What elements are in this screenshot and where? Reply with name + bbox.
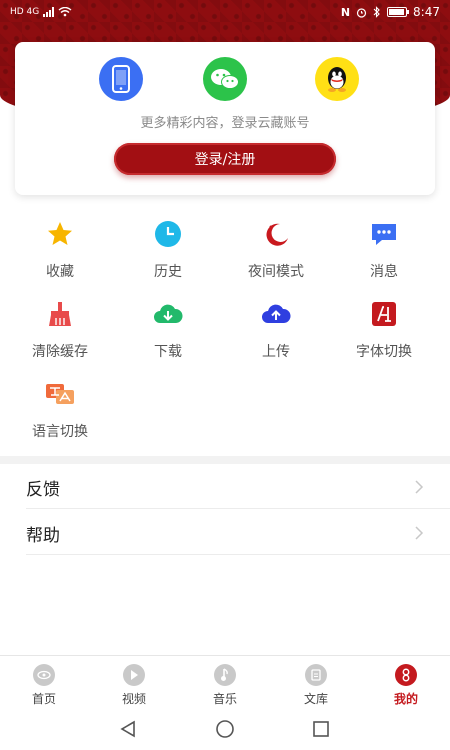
feature-label: 字体切换 [356, 344, 412, 360]
feature-language-switch[interactable]: 语言切换 [10, 379, 110, 440]
feature-label: 收藏 [46, 264, 74, 280]
chevron-right-icon [415, 526, 424, 540]
signal-icon [43, 7, 55, 17]
feature-label: 夜间模式 [248, 264, 304, 280]
system-navigation-bar [0, 707, 450, 750]
clock-icon [153, 219, 183, 249]
help-row[interactable]: 帮助 [0, 510, 450, 556]
tab-label: 我的 [393, 692, 418, 706]
wechat-login-button[interactable] [203, 57, 247, 101]
tab-library[interactable]: 文库 [286, 664, 346, 707]
music-icon [214, 664, 236, 686]
profile-icon [395, 664, 417, 686]
chevron-right-icon [415, 480, 424, 494]
tab-label: 音乐 [212, 692, 237, 706]
wechat-icon [211, 69, 239, 89]
back-icon[interactable] [118, 719, 138, 739]
status-right: N 8:47 [341, 5, 440, 19]
help-label: 帮助 [26, 525, 60, 546]
feature-favorites[interactable]: 收藏 [10, 219, 110, 280]
feature-label: 消息 [370, 264, 398, 280]
feedback-row[interactable]: 反馈 [0, 464, 450, 510]
home-icon [33, 664, 55, 686]
bottom-nav: 首页 视频 音乐 文库 我的 [0, 655, 450, 707]
feature-night-mode[interactable]: 夜间模式 [226, 219, 326, 280]
video-icon [123, 664, 145, 686]
download-icon [153, 299, 183, 329]
qq-icon [328, 67, 346, 92]
upload-icon [261, 299, 291, 329]
broom-icon [45, 299, 75, 329]
status-time: 8:47 [413, 5, 440, 19]
tab-music[interactable]: 音乐 [195, 664, 255, 707]
star-icon [45, 219, 75, 249]
row-divider [26, 508, 450, 509]
feature-label: 语言切换 [32, 424, 88, 440]
tab-label: 文库 [303, 692, 328, 706]
tab-label: 视频 [121, 692, 146, 706]
feature-label: 历史 [154, 264, 182, 280]
bluetooth-icon [373, 6, 380, 18]
feedback-label: 反馈 [26, 479, 60, 500]
feature-font-switch[interactable]: 字体切换 [334, 299, 434, 360]
feature-messages[interactable]: 消息 [334, 219, 434, 280]
feature-upload[interactable]: 上传 [226, 299, 326, 360]
section-divider [0, 456, 450, 464]
home-button-icon[interactable] [215, 719, 235, 739]
message-icon [369, 219, 399, 249]
feature-label: 上传 [262, 344, 290, 360]
social-login-row [15, 57, 435, 101]
feature-label: 下载 [154, 344, 182, 360]
phone-login-button[interactable] [99, 57, 143, 101]
login-card: 更多精彩内容，登录云藏账号 登录/注册 [15, 42, 435, 195]
feature-clear-cache[interactable]: 清除缓存 [10, 299, 110, 360]
nfc-icon: N [340, 5, 351, 19]
language-icon [45, 379, 75, 409]
feature-download[interactable]: 下载 [118, 299, 218, 360]
font-icon [369, 299, 399, 329]
tab-profile[interactable]: 我的 [376, 664, 436, 707]
phone-icon [112, 65, 130, 93]
row-divider [26, 554, 450, 555]
battery-icon [387, 7, 410, 17]
qq-login-button[interactable] [315, 57, 359, 101]
alarm-icon [356, 7, 367, 18]
status-bar: HD 4G N 8:47 [0, 0, 450, 24]
network-indicator: HD 4G [10, 7, 40, 17]
wifi-icon [58, 7, 72, 17]
login-hint: 更多精彩内容，登录云藏账号 [140, 116, 310, 131]
tab-home[interactable]: 首页 [14, 664, 74, 707]
moon-icon [261, 219, 291, 249]
tab-video[interactable]: 视频 [104, 664, 164, 707]
library-icon [305, 664, 327, 686]
recent-apps-icon[interactable] [311, 719, 331, 739]
login-register-button[interactable]: 登录/注册 [114, 143, 336, 175]
tab-label: 首页 [31, 692, 56, 706]
feature-history[interactable]: 历史 [118, 219, 218, 280]
feature-label: 清除缓存 [32, 344, 88, 360]
status-left: HD 4G [10, 7, 72, 17]
